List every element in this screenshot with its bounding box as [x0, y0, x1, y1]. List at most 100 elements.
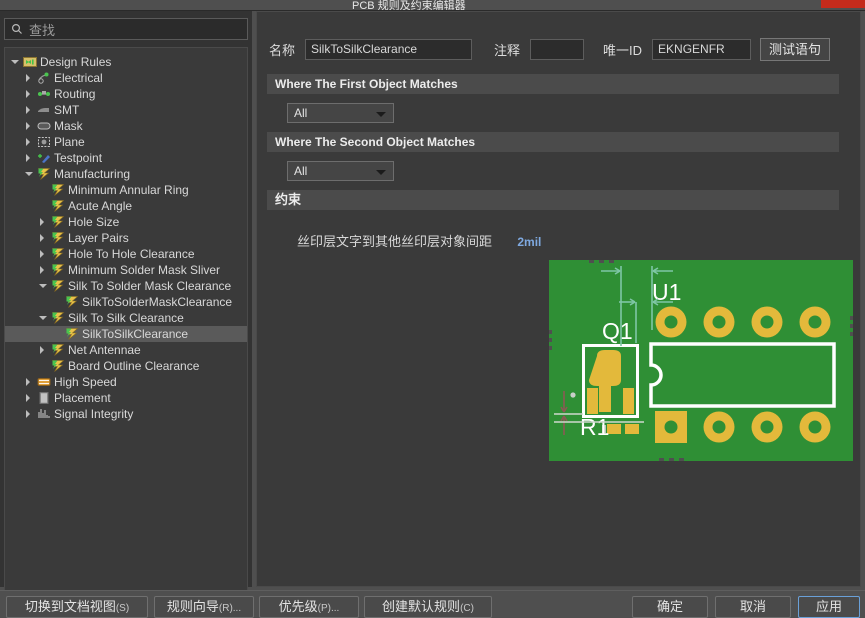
tree-item-label: SilkToSilkClearance [82, 326, 188, 342]
chevron-right-icon[interactable] [39, 342, 48, 358]
tree-item-minimum-annular-ring[interactable]: Minimum Annular Ring [5, 182, 247, 198]
cancel-button[interactable]: 取消 [715, 596, 791, 618]
ok-button[interactable]: 确定 [632, 596, 708, 618]
tree-item-minimum-solder-mask-sliver[interactable]: Minimum Solder Mask Sliver [5, 262, 247, 278]
test-query-button[interactable]: 测试语句 [760, 38, 830, 61]
chevron-right-icon[interactable] [39, 246, 48, 262]
search-input[interactable]: 查找 [4, 18, 248, 40]
chevron-down-icon [376, 112, 386, 117]
tree-item-label: Testpoint [54, 150, 102, 166]
tree-item-placement[interactable]: Placement [5, 390, 247, 406]
chevron-right-icon[interactable] [39, 214, 48, 230]
tree-item-signal-integrity[interactable]: Signal Integrity [5, 406, 247, 422]
window-title: PCB 规则及约束编辑器 [352, 0, 466, 10]
unique-id-input[interactable]: EKNGENFR [652, 39, 751, 60]
chevron-right-icon[interactable] [25, 374, 34, 390]
chevron-right-icon[interactable] [25, 102, 34, 118]
second-object-section-header: Where The Second Object Matches [267, 132, 839, 152]
chevron-down-icon[interactable] [11, 54, 20, 70]
tree-item-label: SMT [54, 102, 79, 118]
tree-item-mask[interactable]: Mask [5, 118, 247, 134]
chevron-right-icon[interactable] [25, 70, 34, 86]
chevron-right-icon[interactable] [25, 86, 34, 102]
rule-detail-panel: 名称 SilkToSilkClearance 注释 唯一ID EKNGENFR … [256, 11, 861, 587]
footer-button-label: 应用 [816, 599, 842, 614]
tree-item-acute-angle[interactable]: Acute Angle [5, 198, 247, 214]
rule-icon [51, 183, 65, 197]
footer-button-mnemonic: (C) [460, 603, 474, 614]
tree-item-label: Hole Size [68, 214, 119, 230]
tree-item-testpoint[interactable]: Testpoint [5, 150, 247, 166]
rule-icon [51, 231, 65, 245]
tree-item-silk-to-solder-mask-clearance[interactable]: Silk To Solder Mask Clearance [5, 278, 247, 294]
sidebar: 查找 Design RulesElectricalRoutingSMTMaskP… [0, 11, 252, 587]
tree-item-label: Net Antennae [68, 342, 141, 358]
tree-item-label: Silk To Solder Mask Clearance [68, 278, 231, 294]
constraint-section-header: 约束 [267, 190, 839, 210]
tree-item-silk-to-silk-clearance[interactable]: Silk To Silk Clearance [5, 310, 247, 326]
pcb-designator-r1: R1 [580, 414, 609, 440]
close-icon[interactable] [821, 0, 865, 8]
footer-button-priorities[interactable]: 优先级(P)... [259, 596, 359, 618]
first-object-section-header: Where The First Object Matches [267, 74, 839, 94]
rule-icon [51, 215, 65, 229]
name-input[interactable]: SilkToSilkClearance [305, 39, 472, 60]
rule-icon [51, 359, 65, 373]
smt-icon [37, 103, 51, 117]
chevron-right-icon[interactable] [25, 134, 34, 150]
tree-item-board-outline-clearance[interactable]: Board Outline Clearance [5, 358, 247, 374]
tree-item-manufacturing[interactable]: Manufacturing [5, 166, 247, 182]
second-object-scope-value: All [294, 164, 307, 178]
tree-item-routing[interactable]: Routing [5, 86, 247, 102]
tree-item-silktosoldermaskclearance[interactable]: SilkToSolderMaskClearance [5, 294, 247, 310]
tree-item-label: Placement [54, 390, 111, 406]
footer-button-create-default-rules[interactable]: 创建默认规则(C) [364, 596, 492, 618]
tree-item-label: Signal Integrity [54, 406, 133, 422]
footer-button-label: 创建默认规则 [382, 599, 460, 614]
rule-icon [51, 343, 65, 357]
chevron-down-icon[interactable] [39, 278, 48, 294]
second-object-scope-dropdown[interactable]: All [287, 161, 394, 181]
chevron-right-icon[interactable] [25, 390, 34, 406]
chevron-down-icon[interactable] [25, 166, 34, 182]
apply-button[interactable]: 应用 [798, 596, 860, 618]
footer-button-switch-to-document-view[interactable]: 切换到文档视图(S) [6, 596, 148, 618]
comment-input[interactable] [530, 39, 584, 60]
first-object-scope-dropdown[interactable]: All [287, 103, 394, 123]
chevron-right-icon[interactable] [25, 406, 34, 422]
tree-item-layer-pairs[interactable]: Layer Pairs [5, 230, 247, 246]
tree-item-label: Silk To Silk Clearance [68, 310, 184, 326]
electrical-icon [37, 71, 51, 85]
footer-button-label: 确定 [657, 599, 683, 614]
placement-icon [37, 391, 51, 405]
constraint-value[interactable]: 2mil [517, 235, 541, 249]
tree-item-net-antennae[interactable]: Net Antennae [5, 342, 247, 358]
footer-button-rule-wizard[interactable]: 规则向导(R)... [154, 596, 254, 618]
tree-item-label: Mask [54, 118, 83, 134]
chevron-right-icon[interactable] [25, 118, 34, 134]
chevron-right-icon[interactable] [39, 230, 48, 246]
rule-icon [65, 327, 79, 341]
footer-button-mnemonic: (S) [116, 603, 129, 614]
rule-icon [51, 263, 65, 277]
tree-item-smt[interactable]: SMT [5, 102, 247, 118]
tree-item-design-rules[interactable]: Design Rules [5, 54, 247, 70]
chevron-right-icon[interactable] [39, 262, 48, 278]
tree-item-hole-size[interactable]: Hole Size [5, 214, 247, 230]
title-bar: PCB 规则及约束编辑器 [0, 0, 865, 10]
rules-editor-window: PCB 规则及约束编辑器 查找 Design RulesElectricalRo… [0, 0, 865, 616]
tree-item-electrical[interactable]: Electrical [5, 70, 247, 86]
routing-icon [37, 87, 51, 101]
tree-item-plane[interactable]: Plane [5, 134, 247, 150]
footer-button-label: 切换到文档视图 [25, 599, 116, 614]
tree-item-silktosilkclearance[interactable]: SilkToSilkClearance [5, 326, 247, 342]
name-label: 名称 [269, 40, 295, 59]
tree-item-high-speed[interactable]: High Speed [5, 374, 247, 390]
rule-header-form: 名称 SilkToSilkClearance 注释 唯一ID EKNGENFR … [269, 38, 830, 61]
chevron-right-icon[interactable] [25, 150, 34, 166]
tree-item-hole-to-hole-clearance[interactable]: Hole To Hole Clearance [5, 246, 247, 262]
rules-tree[interactable]: Design RulesElectricalRoutingSMTMaskPlan… [4, 47, 248, 592]
chevron-down-icon[interactable] [39, 310, 48, 326]
tree-item-label: Board Outline Clearance [68, 358, 199, 374]
rule-icon [51, 279, 65, 293]
